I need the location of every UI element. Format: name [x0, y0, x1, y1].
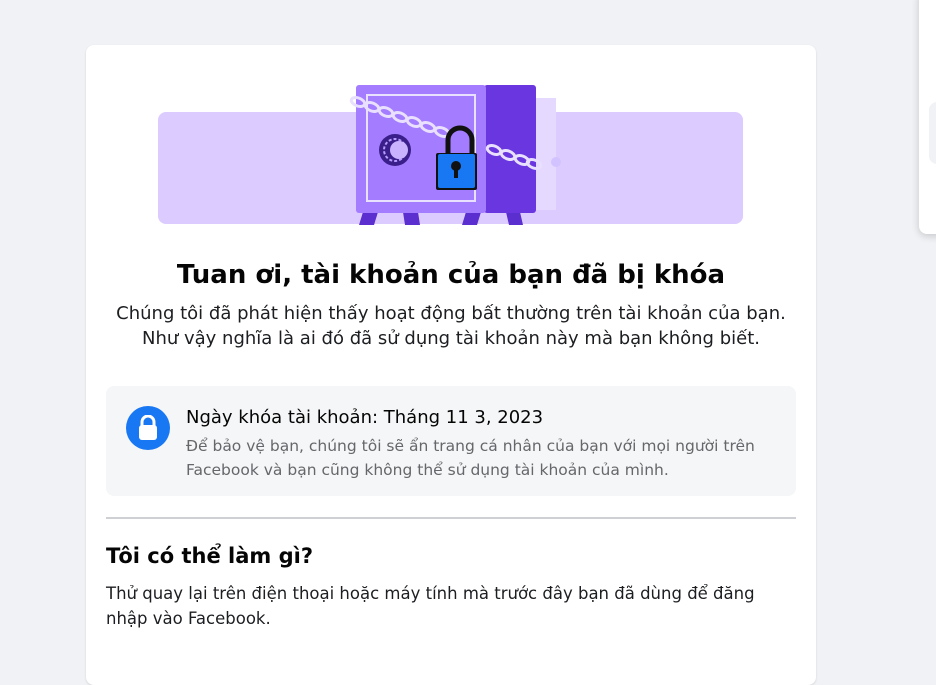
what-to-do-title: Tôi có thể làm gì? — [106, 544, 313, 568]
divider — [106, 517, 796, 519]
what-to-do-description: Thử quay lại trên điện thoại hoặc máy tí… — [106, 584, 755, 628]
side-panel — [919, 0, 936, 234]
side-panel-item[interactable] — [929, 102, 936, 164]
page-subtitle: Chúng tôi đã phát hiện thấy hoạt động bấ… — [116, 303, 786, 349]
lock-icon — [126, 406, 170, 450]
locked-safe-illustration — [158, 80, 743, 230]
lock-info-box: Ngày khóa tài khoản: Tháng 11 3, 2023 Để… — [106, 386, 796, 496]
locked-account-card: Tuan ơi, tài khoản của bạn đã bị khóa Ch… — [86, 45, 816, 685]
lock-description: Để bảo vệ bạn, chúng tôi sẽ ẩn trang cá … — [186, 437, 755, 479]
lock-date-title: Ngày khóa tài khoản: Tháng 11 3, 2023 — [186, 407, 544, 428]
page-title: Tuan ơi, tài khoản của bạn đã bị khóa — [176, 260, 726, 290]
